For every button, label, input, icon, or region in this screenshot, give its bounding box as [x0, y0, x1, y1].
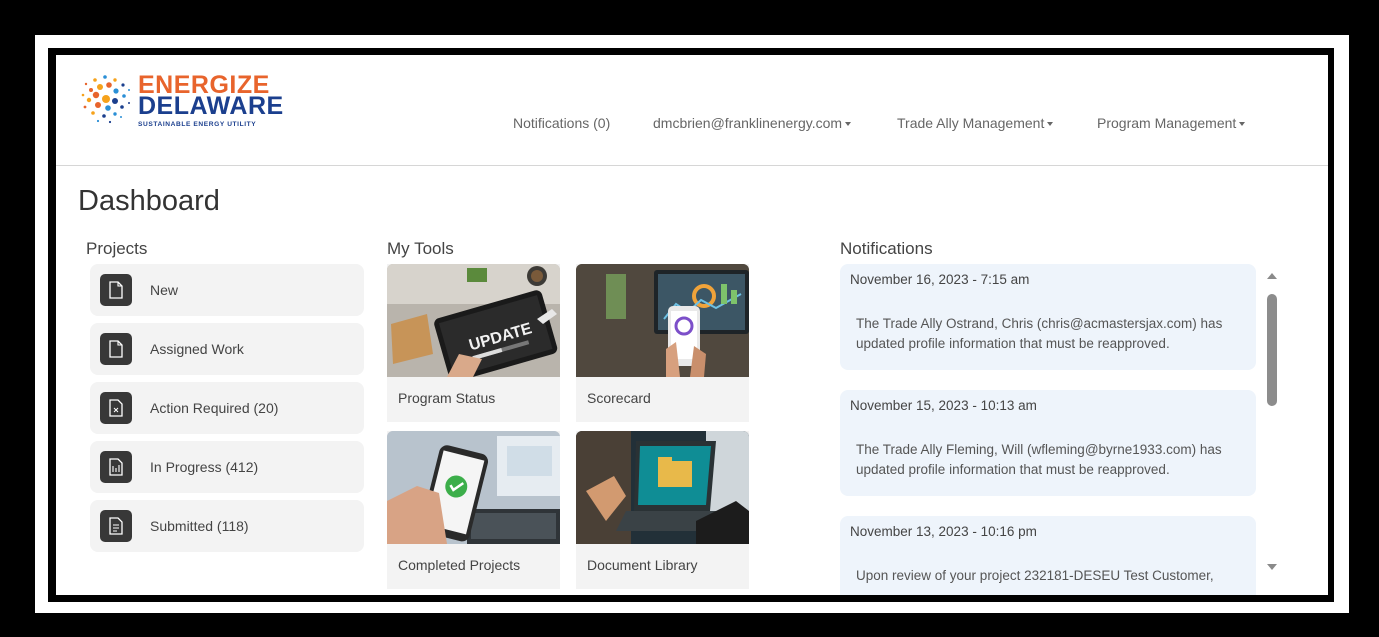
tool-card-label: Document Library — [587, 557, 698, 573]
caret-down-icon — [1047, 122, 1054, 127]
project-item-label: Action Required (20) — [150, 400, 279, 416]
notification-card[interactable]: November 16, 2023 - 7:15 am The Trade Al… — [840, 264, 1256, 370]
tool-card-scorecard[interactable]: Scorecard — [576, 264, 749, 422]
page-title: Dashboard — [78, 185, 220, 217]
sunburst-logo-icon — [81, 75, 130, 124]
tool-card-label: Scorecard — [587, 390, 651, 406]
caret-down-icon — [845, 122, 852, 127]
tool-card-label: Completed Projects — [398, 557, 521, 573]
project-item-in-progress[interactable]: In Progress (412) — [90, 441, 364, 493]
scroll-up-arrow-icon[interactable] — [1267, 273, 1277, 279]
tool-card-label: Program Status — [398, 390, 496, 406]
notification-card[interactable]: November 15, 2023 - 10:13 am The Trade A… — [840, 390, 1256, 496]
project-item-assigned-work[interactable]: Assigned Work — [90, 323, 364, 375]
phone-checkmark-photo — [387, 431, 560, 544]
file-icon — [100, 274, 132, 306]
notifications-scroll-pane[interactable]: November 16, 2023 - 7:15 am The Trade Al… — [840, 264, 1256, 595]
energize-delaware-logo[interactable]: ENERGIZE DELAWARE SUSTAINABLE ENERGY UTI… — [78, 71, 288, 135]
top-navbar: ENERGIZE DELAWARE SUSTAINABLE ENERGY UTI… — [56, 55, 1328, 166]
project-item-label: New — [150, 282, 179, 298]
scroll-down-arrow-icon[interactable] — [1267, 564, 1277, 570]
notification-date: November 15, 2023 - 10:13 am — [850, 398, 1037, 413]
file-progress-icon — [100, 451, 132, 483]
nav-notifications-link[interactable]: Notifications (0) — [513, 115, 610, 131]
file-check-icon — [100, 510, 132, 542]
notification-card[interactable]: November 13, 2023 - 10:16 pm Upon review… — [840, 516, 1256, 595]
notifications-heading: Notifications — [840, 239, 933, 258]
project-item-label: Submitted (118) — [150, 518, 249, 534]
phone-analytics-photo — [576, 264, 749, 377]
notification-date: November 16, 2023 - 7:15 am — [850, 272, 1030, 287]
tool-card-document-library[interactable]: Document Library — [576, 431, 749, 589]
notification-message: The Trade Ally Ostrand, Chris (chris@acm… — [856, 316, 1223, 351]
nav-program-label: Program Management — [1097, 115, 1237, 131]
caret-down-icon — [1239, 122, 1246, 127]
notification-message: The Trade Ally Fleming, Will (wfleming@b… — [856, 442, 1222, 477]
projects-heading: Projects — [86, 239, 148, 258]
file-alert-icon — [100, 392, 132, 424]
logo-delaware-text: DELAWARE — [138, 92, 284, 120]
project-item-submitted[interactable]: Submitted (118) — [90, 500, 364, 552]
scrollbar-thumb[interactable] — [1267, 294, 1277, 406]
nav-program-dropdown[interactable]: Program Management — [1097, 115, 1246, 131]
app-window: ENERGIZE DELAWARE SUSTAINABLE ENERGY UTI… — [56, 55, 1328, 595]
logo-tagline: SUSTAINABLE ENERGY UTILITY — [138, 121, 257, 128]
project-item-label: In Progress (412) — [150, 459, 259, 475]
notifications-scrollbar[interactable] — [1264, 269, 1280, 579]
notification-date: November 13, 2023 - 10:16 pm — [850, 524, 1037, 539]
my-tools-heading: My Tools — [387, 239, 454, 258]
project-item-action-required[interactable]: Action Required (20) — [90, 382, 364, 434]
nav-trade-ally-label: Trade Ally Management — [897, 115, 1045, 131]
laptop-folder-photo — [576, 431, 749, 544]
file-icon — [100, 333, 132, 365]
tablet-update-photo: UPDATE — [387, 264, 560, 377]
nav-notifications-label: Notifications (0) — [513, 115, 611, 131]
nav-user-dropdown[interactable]: dmcbrien@franklinenergy.com — [653, 115, 852, 131]
nav-trade-ally-dropdown[interactable]: Trade Ally Management — [897, 115, 1054, 131]
project-item-label: Assigned Work — [150, 341, 244, 357]
notification-message: Upon review of your project 232181-DESEU… — [856, 568, 1214, 583]
project-item-new[interactable]: New — [90, 264, 364, 316]
tool-card-program-status[interactable]: UPDATE Program Status — [387, 264, 560, 422]
nav-user-label: dmcbrien@franklinenergy.com — [653, 115, 843, 131]
tool-card-completed-projects[interactable]: Completed Projects — [387, 431, 560, 589]
